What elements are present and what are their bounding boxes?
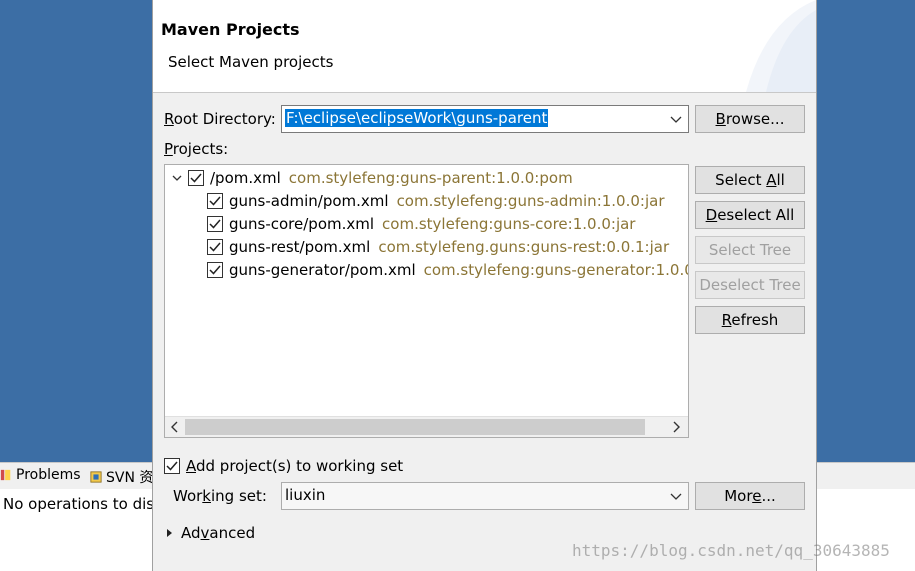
checkmark-icon [209, 242, 221, 252]
svn-icon [90, 471, 102, 483]
add-to-working-set-label: Add project(s) to working set [186, 457, 404, 475]
tree-item-name: guns-rest/pom.xml [229, 238, 371, 256]
svn-tab[interactable]: SVN 资 [90, 467, 153, 487]
working-set-value[interactable]: liuxin [285, 486, 325, 504]
tree-item-coordinates: com.stylefeng.guns:guns-rest:0.0.1:jar [378, 238, 670, 256]
more-button[interactable]: More... [695, 482, 805, 510]
working-set-label: Working set: [173, 487, 267, 505]
checkmark-icon [209, 265, 221, 275]
add-to-working-set-row[interactable]: Add project(s) to working set [164, 455, 403, 477]
tree-item-coordinates: com.stylefeng:guns-core:1.0.0:jar [382, 215, 636, 233]
banner-decoration-icon [746, 0, 816, 92]
tree-item-coordinates: com.stylefeng:guns-parent:1.0.0:pom [288, 169, 573, 187]
tree-item-coordinates: com.stylefeng:guns-admin:1.0.0:jar [396, 192, 665, 210]
chevron-down-icon[interactable] [670, 490, 682, 502]
advanced-section-toggle[interactable]: Advanced [165, 522, 255, 544]
problems-tab-label: Problems [16, 467, 81, 483]
add-to-working-set-checkbox[interactable] [164, 458, 180, 474]
problems-tab[interactable]: Problems [0, 467, 81, 483]
chevron-down-icon[interactable] [171, 172, 183, 184]
tree-item-name: guns-admin/pom.xml [229, 192, 389, 210]
chevron-right-icon[interactable] [165, 528, 175, 538]
tree-row[interactable]: guns-core/pom.xml com.stylefeng:guns-cor… [207, 213, 635, 235]
working-set-combo[interactable]: liuxin [281, 482, 689, 510]
select-all-button[interactable]: Select All [695, 166, 805, 194]
root-directory-label: Root Directory: [164, 110, 276, 128]
tree-row-root[interactable]: /pom.xml com.stylefeng:guns-parent:1.0.0… [171, 167, 573, 189]
tree-item-name: guns-core/pom.xml [229, 215, 375, 233]
checkmark-icon [166, 461, 178, 471]
tree-item-name: /pom.xml [210, 169, 281, 187]
checkbox-child[interactable] [207, 193, 223, 209]
checkbox-root[interactable] [188, 170, 204, 186]
page-title: Maven Projects [161, 20, 300, 39]
console-text: No operations to dis [3, 495, 155, 513]
tree-row[interactable]: guns-rest/pom.xml com.stylefeng.guns:gun… [207, 236, 669, 258]
tree-item-name: guns-generator/pom.xml [229, 261, 416, 279]
deselect-all-button[interactable]: Deselect All [695, 201, 805, 229]
problems-icon [0, 469, 11, 481]
browse-button[interactable]: Browse... [695, 105, 805, 133]
refresh-button[interactable]: Refresh [695, 306, 805, 334]
tree-item-coordinates: com.stylefeng:guns-generator:1.0.0: [423, 261, 689, 279]
root-directory-value[interactable]: F:\eclipse\eclipseWork\guns-parent [285, 109, 549, 127]
checkbox-child[interactable] [207, 262, 223, 278]
tree-row[interactable]: guns-generator/pom.xml com.stylefeng:gun… [207, 259, 689, 281]
maven-import-dialog: Maven Projects Select Maven projects Roo… [152, 0, 817, 571]
tree-row[interactable]: guns-admin/pom.xml com.stylefeng:guns-ad… [207, 190, 665, 212]
checkmark-icon [190, 173, 202, 183]
checkmark-icon [209, 219, 221, 229]
checkbox-child[interactable] [207, 216, 223, 232]
scrollbar-thumb[interactable] [185, 419, 645, 435]
deselect-tree-button[interactable]: Deselect Tree [695, 271, 805, 299]
chevron-right-icon[interactable] [671, 421, 681, 433]
horizontal-scrollbar[interactable] [165, 416, 688, 437]
advanced-label: Advanced [181, 524, 256, 542]
page-message: Select Maven projects [168, 53, 334, 71]
projects-label: Projects: [164, 140, 229, 158]
projects-tree[interactable]: /pom.xml com.stylefeng:guns-parent:1.0.0… [164, 164, 689, 438]
root-directory-combo[interactable]: F:\eclipse\eclipseWork\guns-parent [281, 105, 689, 133]
chevron-down-icon[interactable] [670, 113, 682, 125]
watermark: https://blog.csdn.net/qq_30643885 [572, 541, 890, 560]
svn-tab-label: SVN 资 [106, 470, 154, 486]
checkbox-child[interactable] [207, 239, 223, 255]
chevron-left-icon[interactable] [170, 421, 180, 433]
dialog-banner: Maven Projects Select Maven projects [153, 0, 816, 93]
checkmark-icon [209, 196, 221, 206]
select-tree-button[interactable]: Select Tree [695, 236, 805, 264]
